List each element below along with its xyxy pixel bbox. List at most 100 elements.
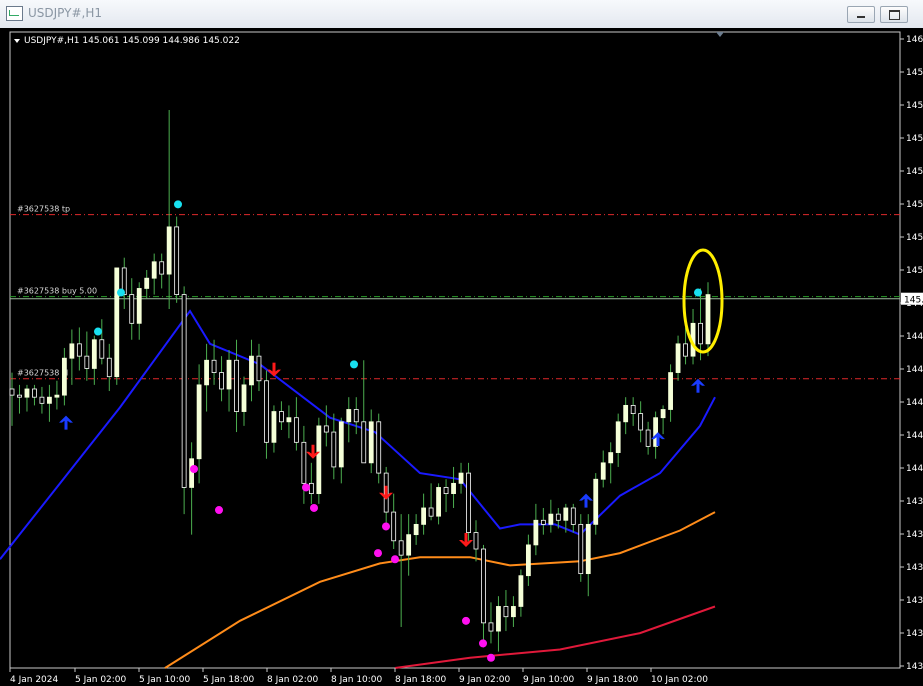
time-axis-label: 8 Jan 10:00	[331, 675, 383, 685]
signal-dot-magenta	[190, 464, 198, 473]
price-axis-label: 144.	[906, 332, 923, 342]
candle-body	[69, 343, 75, 359]
candle-body	[286, 417, 292, 423]
candle-body	[563, 507, 569, 521]
candle-body	[76, 343, 82, 357]
price-axis-label: 143.	[906, 662, 923, 672]
candle-body	[481, 548, 486, 624]
candle-body	[226, 359, 232, 390]
candle-body	[32, 388, 37, 398]
candle-body	[346, 409, 352, 423]
candle-body	[368, 421, 374, 464]
candle-body	[279, 411, 284, 423]
candle-body	[638, 413, 644, 431]
candle-body	[668, 372, 673, 410]
signal-dot-magenta	[487, 653, 495, 662]
signal-dot-magenta	[215, 506, 223, 515]
candle-body	[660, 409, 666, 419]
restore-button[interactable]	[880, 6, 908, 23]
signal-dot-cyan	[694, 288, 702, 297]
candle-body	[166, 226, 172, 275]
candle-body	[264, 380, 269, 443]
candle-body	[376, 421, 382, 474]
price-axis-label: 143.	[906, 563, 923, 573]
candle-body	[585, 523, 591, 575]
minimize-button[interactable]	[847, 6, 875, 23]
signal-dot-magenta	[374, 549, 382, 558]
candle-body	[196, 384, 202, 460]
candle-body	[331, 431, 337, 468]
candle-body	[451, 482, 456, 495]
candle-body	[106, 357, 112, 378]
price-axis-label: 145.	[906, 101, 923, 111]
candle-body	[436, 487, 441, 517]
candle-body	[84, 355, 90, 369]
candle-body	[99, 339, 105, 359]
signal-dot-magenta	[462, 616, 470, 625]
window-title: USDJPY#,H1	[28, 6, 103, 20]
price-axis-label: 146.	[906, 35, 923, 45]
candle-body	[428, 507, 434, 517]
price-axis-label: 145.	[906, 266, 923, 276]
candle-body	[308, 482, 314, 495]
chart-canvas[interactable]: USDJPY#,H1 145.061 145.099 144.986 145.0…	[0, 28, 923, 686]
price-axis-label: 145.	[906, 233, 923, 243]
candle-body	[219, 372, 224, 390]
candle-body	[488, 622, 494, 632]
chart-window-icon	[6, 6, 23, 21]
price-chart[interactable]: USDJPY#,H1 145.061 145.099 144.986 145.0…	[0, 28, 923, 686]
candle-body	[61, 357, 67, 396]
signal-dot-magenta	[382, 522, 390, 531]
candle-body	[189, 458, 195, 488]
candle-body	[533, 519, 539, 546]
candle-body	[204, 359, 209, 386]
candle-body	[353, 409, 359, 423]
candle-body	[578, 523, 584, 575]
chart-header-quote: USDJPY#,H1 145.061 145.099 144.986 145.0…	[24, 36, 240, 46]
candle-body	[398, 540, 404, 556]
candle-body	[256, 355, 262, 382]
candle-body	[518, 575, 524, 607]
signal-dot-cyan	[94, 327, 102, 336]
order-line-label: #3627538 sl	[17, 369, 68, 378]
time-axis-label: 10 Jan 02:00	[651, 675, 708, 685]
candle-body	[47, 396, 52, 404]
candle-body	[698, 322, 703, 345]
candle-body	[630, 404, 636, 415]
bid-price-label: 145.0	[904, 296, 923, 306]
price-axis-label: 145.	[906, 167, 923, 177]
candle-body	[181, 294, 187, 488]
candle-body	[301, 441, 307, 484]
order-line-label: #3627538 buy 5.00	[17, 287, 97, 296]
chart-background	[0, 28, 923, 686]
candle-body	[421, 507, 427, 525]
candle-body	[511, 606, 516, 618]
candle-body	[17, 394, 22, 398]
time-axis-label: 5 Jan 10:00	[139, 675, 191, 685]
candle-body	[458, 472, 464, 484]
time-axis-label: 5 Jan 18:00	[203, 675, 255, 685]
candle-body	[593, 478, 599, 525]
time-axis-label: 5 Jan 02:00	[75, 675, 127, 685]
order-line-label: #3627538 tp	[17, 205, 70, 214]
candle-body	[9, 388, 15, 396]
candle-body	[443, 487, 449, 495]
candle-body	[114, 267, 120, 378]
price-axis-label: 143.	[906, 497, 923, 507]
candle-body	[623, 404, 629, 423]
candle-body	[271, 411, 277, 443]
candle-body	[645, 429, 651, 447]
signal-dot-cyan	[174, 200, 182, 209]
candle-body	[151, 261, 157, 279]
candle-body	[683, 343, 688, 357]
signal-dot-cyan	[117, 288, 125, 297]
candle-body	[391, 511, 397, 542]
candle-body	[361, 421, 367, 464]
window-titlebar[interactable]: USDJPY#,H1	[0, 0, 923, 29]
price-axis-label: 145.	[906, 200, 923, 210]
price-axis-label: 145.	[906, 68, 923, 78]
candle-body	[705, 294, 711, 345]
candle-body	[129, 294, 135, 324]
candle-body	[503, 606, 509, 618]
candle-body	[323, 425, 329, 433]
